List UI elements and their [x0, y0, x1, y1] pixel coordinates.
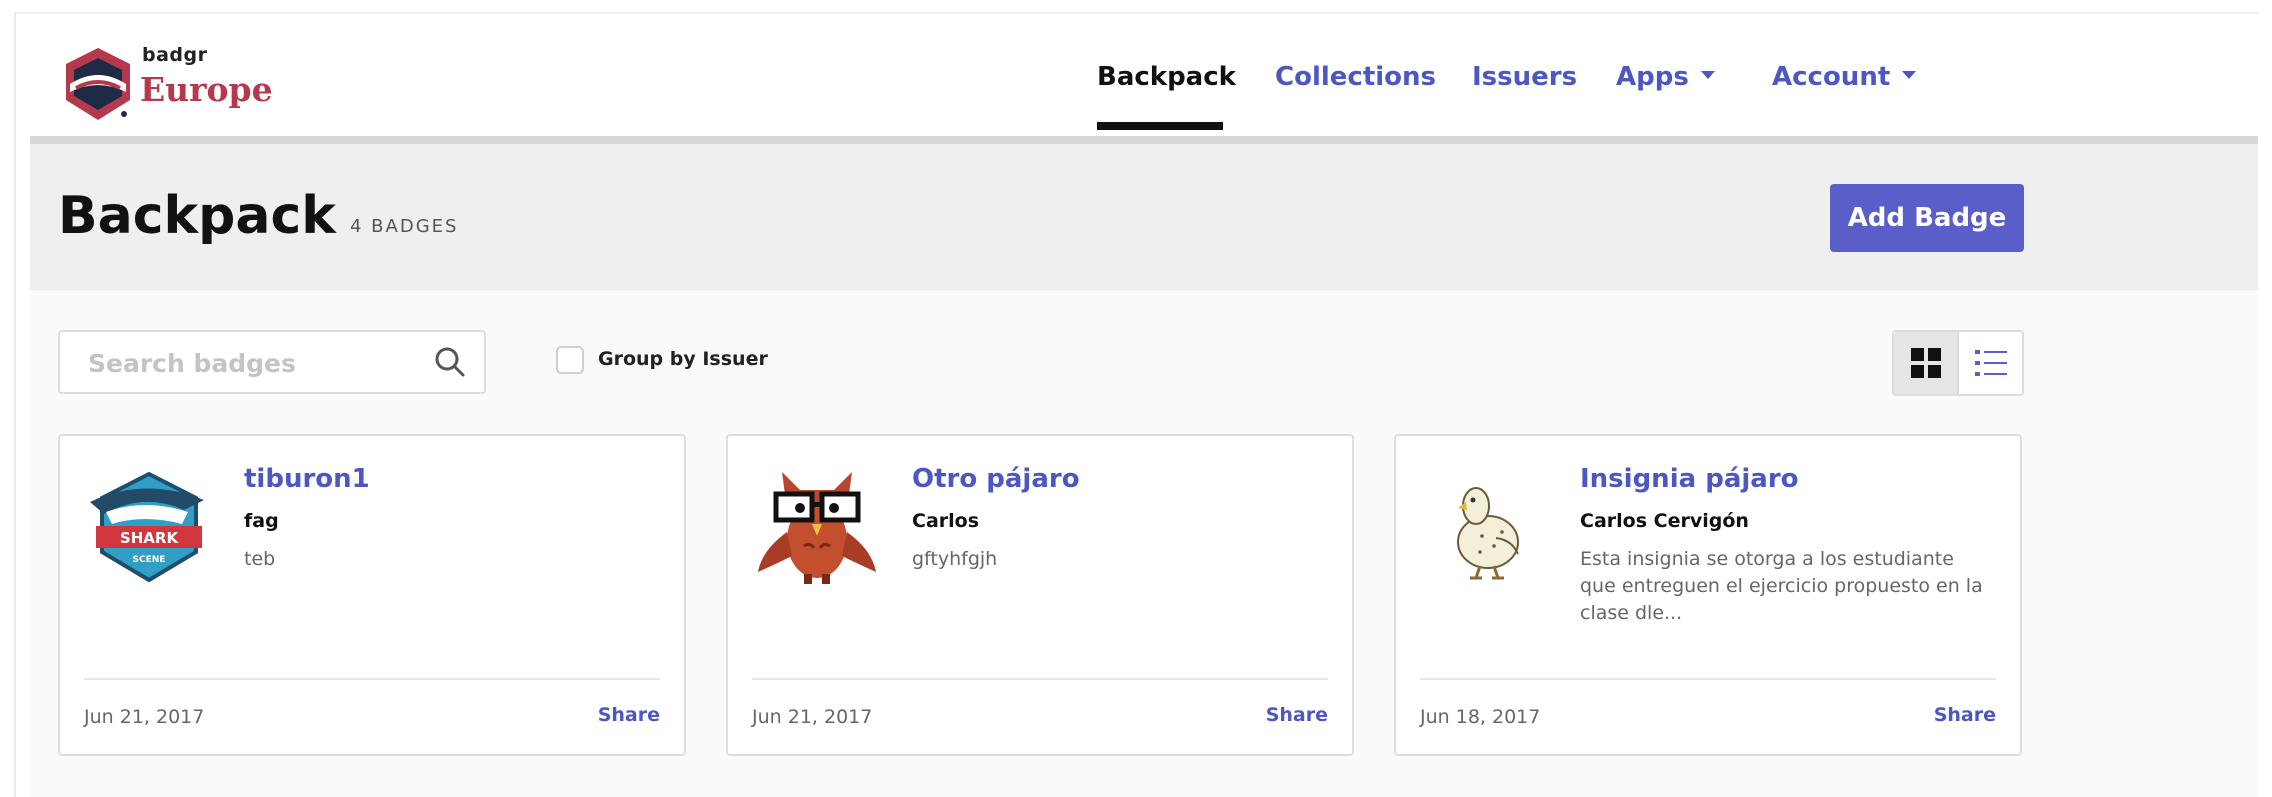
group-by-issuer-checkbox[interactable]	[556, 346, 584, 374]
share-button[interactable]: Share	[1934, 704, 1996, 726]
owl-badge-icon	[758, 472, 876, 584]
badgr-shield-icon	[66, 48, 130, 120]
view-mode-toggle	[1892, 330, 2024, 396]
shark-badge-subtext: SCENE	[133, 555, 166, 565]
chevron-down-icon	[1700, 70, 1715, 79]
badge-description: gftyhfgjh	[912, 548, 998, 570]
page-header: Backpack 4 BADGES Add Badge	[30, 144, 2258, 290]
badge-image[interactable]: SHARK SCENE	[84, 462, 214, 592]
nav-apps[interactable]: Apps	[1616, 62, 1715, 92]
badge-card[interactable]: Otro pájaro Carlos gftyhfgjh Jun 21, 201…	[726, 434, 1354, 756]
top-header: badgr Europe Backpack Collections Issuer…	[30, 14, 2258, 138]
nav-collections[interactable]: Collections	[1275, 62, 1436, 92]
badge-image[interactable]	[1420, 462, 1550, 592]
badge-issuer: fag	[244, 510, 279, 532]
nav-apps-label: Apps	[1616, 62, 1689, 92]
group-by-issuer-label[interactable]: Group by Issuer	[598, 348, 768, 370]
active-tab-indicator	[1097, 122, 1223, 130]
badge-name[interactable]: tiburon1	[244, 464, 370, 494]
badge-date: Jun 21, 2017	[752, 706, 873, 728]
card-divider	[1420, 678, 1996, 680]
share-button[interactable]: Share	[598, 704, 660, 726]
badge-description: teb	[244, 548, 276, 570]
badge-card[interactable]: SHARK SCENE tiburon1 fag teb Jun 21, 201…	[58, 434, 686, 756]
badge-card[interactable]: Insignia pájaro Carlos Cervigón Esta ins…	[1394, 434, 2022, 756]
badge-count: 4 BADGES	[350, 216, 459, 237]
list-icon	[1974, 350, 2007, 376]
card-divider	[752, 678, 1328, 680]
badge-date: Jun 21, 2017	[84, 706, 205, 728]
grid-icon	[1910, 348, 1941, 378]
backpack-content: Group by Issuer	[30, 290, 2258, 797]
search-box	[58, 330, 486, 394]
grid-view-button[interactable]	[1894, 332, 1959, 394]
chevron-down-icon	[1902, 70, 1917, 79]
badge-issuer: Carlos Cervigón	[1580, 510, 1749, 532]
badge-date: Jun 18, 2017	[1420, 706, 1541, 728]
header-divider	[30, 136, 2258, 144]
search-input[interactable]	[86, 344, 430, 382]
search-icon[interactable]	[434, 346, 466, 378]
page-title: Backpack	[58, 186, 336, 246]
nav-account-label: Account	[1772, 62, 1891, 92]
logo-text-badgr: badgr	[142, 44, 208, 66]
badge-image[interactable]	[752, 462, 882, 592]
card-divider	[84, 678, 660, 680]
nav-issuers[interactable]: Issuers	[1472, 62, 1577, 92]
logo-text-europe: Europe	[140, 70, 273, 109]
nav-backpack[interactable]: Backpack	[1097, 62, 1236, 92]
shark-badge-icon: SHARK SCENE	[90, 471, 204, 583]
nav-account[interactable]: Account	[1772, 62, 1917, 92]
list-view-button[interactable]	[1959, 332, 2022, 394]
badge-name[interactable]: Otro pájaro	[912, 464, 1080, 494]
share-button[interactable]: Share	[1266, 704, 1328, 726]
badge-issuer: Carlos	[912, 510, 980, 532]
badge-description: Esta insignia se otorga a los estudiante…	[1580, 548, 1983, 624]
shark-badge-text: SHARK	[120, 529, 180, 547]
bird-badge-icon	[1457, 487, 1519, 580]
add-badge-button[interactable]: Add Badge	[1830, 184, 2024, 252]
badge-name[interactable]: Insignia pájaro	[1580, 464, 1799, 494]
